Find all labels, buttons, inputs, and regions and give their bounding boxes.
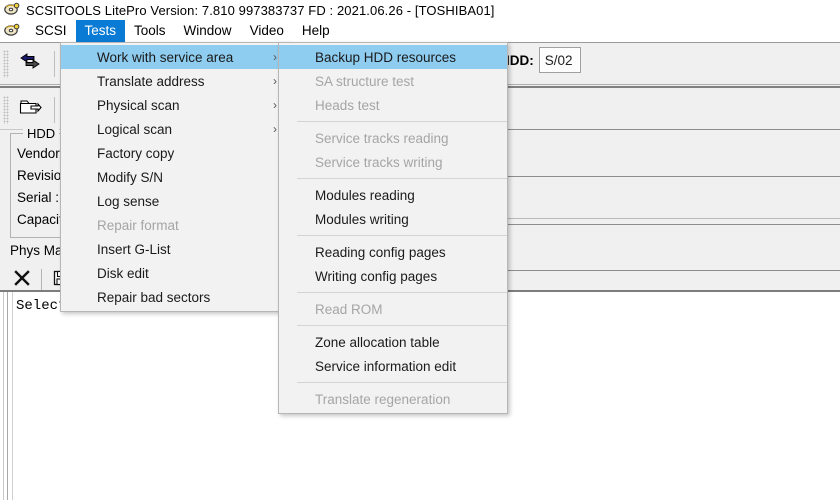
menu-item-label: Modules writing bbox=[315, 211, 409, 227]
menu-item-label: Backup HDD resources bbox=[315, 49, 457, 65]
menu-item-disk-edit[interactable]: Disk edit bbox=[61, 261, 289, 285]
menu-item-label: Insert G-List bbox=[97, 241, 171, 257]
toolbar-separator bbox=[41, 269, 42, 291]
app-cd-icon bbox=[4, 23, 20, 40]
menu-item-label: Service tracks reading bbox=[315, 130, 449, 146]
submenu-item-reading-config-pages[interactable]: Reading config pages bbox=[279, 240, 507, 264]
hdd-group-title: HDD bbox=[23, 126, 60, 141]
submenu-item-service-tracks-reading: Service tracks reading bbox=[279, 126, 507, 150]
menu-item-log-sense[interactable]: Log sense bbox=[61, 189, 289, 213]
menubar-item-video[interactable]: Video bbox=[241, 20, 293, 42]
refresh-exchange-button[interactable] bbox=[11, 48, 49, 80]
toolbar-separator bbox=[54, 96, 55, 123]
menu-item-label: Translate regeneration bbox=[315, 391, 451, 407]
menu-item-label: Work with service area bbox=[97, 49, 234, 65]
submenu-item-read-rom: Read ROM bbox=[279, 297, 507, 321]
menu-item-insert-g-list[interactable]: Insert G-List bbox=[61, 237, 289, 261]
menu-separator bbox=[297, 235, 507, 236]
open-file-button[interactable] bbox=[11, 94, 49, 126]
menu-item-label: Zone allocation table bbox=[315, 334, 440, 350]
menu-item-label: Service information edit bbox=[315, 358, 457, 374]
menu-bar: SCSI Tests Tools Window Video Help bbox=[0, 20, 840, 42]
menu-item-physical-scan[interactable]: Physical scan › bbox=[61, 93, 289, 117]
log-border bbox=[3, 292, 4, 500]
field-label-serial: Serial : bbox=[17, 190, 60, 205]
menu-item-label: Translate address bbox=[97, 73, 205, 89]
chevron-right-icon: › bbox=[273, 50, 277, 64]
menu-separator bbox=[297, 178, 507, 179]
menu-item-label: Log sense bbox=[97, 193, 160, 209]
menu-item-label: Read ROM bbox=[315, 301, 383, 317]
menubar-item-scsi[interactable]: SCSI bbox=[26, 20, 76, 42]
menubar-item-tools[interactable]: Tools bbox=[125, 20, 175, 42]
hdd-value-field[interactable]: S/02 bbox=[538, 47, 581, 73]
menu-item-label: Writing config pages bbox=[315, 268, 438, 284]
toolbar-separator bbox=[54, 50, 55, 77]
menubar-item-tests[interactable]: Tests bbox=[75, 20, 126, 42]
menu-separator bbox=[297, 382, 507, 383]
open-folder-icon bbox=[18, 97, 42, 122]
service-area-submenu-popup: Backup HDD resources SA structure test Hea… bbox=[278, 42, 508, 414]
toolbar-grip[interactable] bbox=[3, 95, 9, 124]
exchange-arrows-icon bbox=[17, 52, 43, 75]
menu-item-work-with-service-area[interactable]: Work with service area › bbox=[61, 45, 289, 69]
menu-separator bbox=[297, 121, 507, 122]
menu-separator bbox=[297, 325, 507, 326]
submenu-item-writing-config-pages[interactable]: Writing config pages bbox=[279, 264, 507, 288]
menu-item-label: Repair bad sectors bbox=[97, 289, 211, 305]
menu-item-label: Factory copy bbox=[97, 145, 175, 161]
menu-item-repair-bad-sectors[interactable]: Repair bad sectors bbox=[61, 285, 289, 309]
menu-item-translate-address[interactable]: Translate address › bbox=[61, 69, 289, 93]
menubar-item-help[interactable]: Help bbox=[293, 20, 339, 42]
menu-item-logical-scan[interactable]: Logical scan › bbox=[61, 117, 289, 141]
menu-item-label: Reading config pages bbox=[315, 244, 446, 260]
toolbar-grip[interactable] bbox=[3, 49, 9, 78]
app-cd-icon bbox=[4, 2, 20, 19]
log-border bbox=[7, 292, 8, 500]
phys-map-label: Phys Ma bbox=[10, 243, 63, 258]
menu-separator bbox=[297, 292, 507, 293]
title-bar: SCSITOOLS LitePro Version: 7.810 9973837… bbox=[0, 0, 840, 20]
menu-item-label: Modules reading bbox=[315, 187, 415, 203]
submenu-item-sa-structure-test: SA structure test bbox=[279, 69, 507, 93]
chevron-right-icon: › bbox=[273, 74, 277, 88]
menu-item-label: SA structure test bbox=[315, 73, 415, 89]
menu-item-factory-copy[interactable]: Factory copy bbox=[61, 141, 289, 165]
menu-item-label: Modify S/N bbox=[97, 169, 164, 185]
submenu-item-zone-allocation-table[interactable]: Zone allocation table bbox=[279, 330, 507, 354]
log-border bbox=[12, 292, 13, 500]
menu-item-label: Logical scan bbox=[97, 121, 173, 137]
menu-item-label: Service tracks writing bbox=[315, 154, 443, 170]
menu-item-label: Heads test bbox=[315, 97, 380, 113]
submenu-item-modules-writing[interactable]: Modules writing bbox=[279, 207, 507, 231]
menu-item-modify-s-n[interactable]: Modify S/N bbox=[61, 165, 289, 189]
submenu-item-service-tracks-writing: Service tracks writing bbox=[279, 150, 507, 174]
menu-item-label: Disk edit bbox=[97, 265, 149, 281]
window-title: SCSITOOLS LitePro Version: 7.810 9973837… bbox=[26, 2, 495, 18]
hdd-selector: HDD: S/02 bbox=[500, 47, 581, 73]
submenu-item-service-information-edit[interactable]: Service information edit bbox=[279, 354, 507, 378]
submenu-item-backup-hdd-resources[interactable]: Backup HDD resources bbox=[279, 45, 507, 69]
application-window: SCSITOOLS LitePro Version: 7.810 9973837… bbox=[0, 0, 840, 500]
menu-item-label: Physical scan bbox=[97, 97, 180, 113]
chevron-right-icon: › bbox=[273, 122, 277, 136]
close-x-icon bbox=[12, 268, 32, 293]
menubar-item-window[interactable]: Window bbox=[175, 20, 241, 42]
menu-item-repair-format: Repair format bbox=[61, 213, 289, 237]
chevron-right-icon: › bbox=[273, 98, 277, 112]
submenu-item-heads-test: Heads test bbox=[279, 93, 507, 117]
menu-item-label: Repair format bbox=[97, 217, 179, 233]
submenu-item-translate-regeneration: Translate regeneration bbox=[279, 387, 507, 411]
submenu-item-modules-reading[interactable]: Modules reading bbox=[279, 183, 507, 207]
tests-menu-popup: Work with service area › Translate address… bbox=[60, 42, 290, 312]
